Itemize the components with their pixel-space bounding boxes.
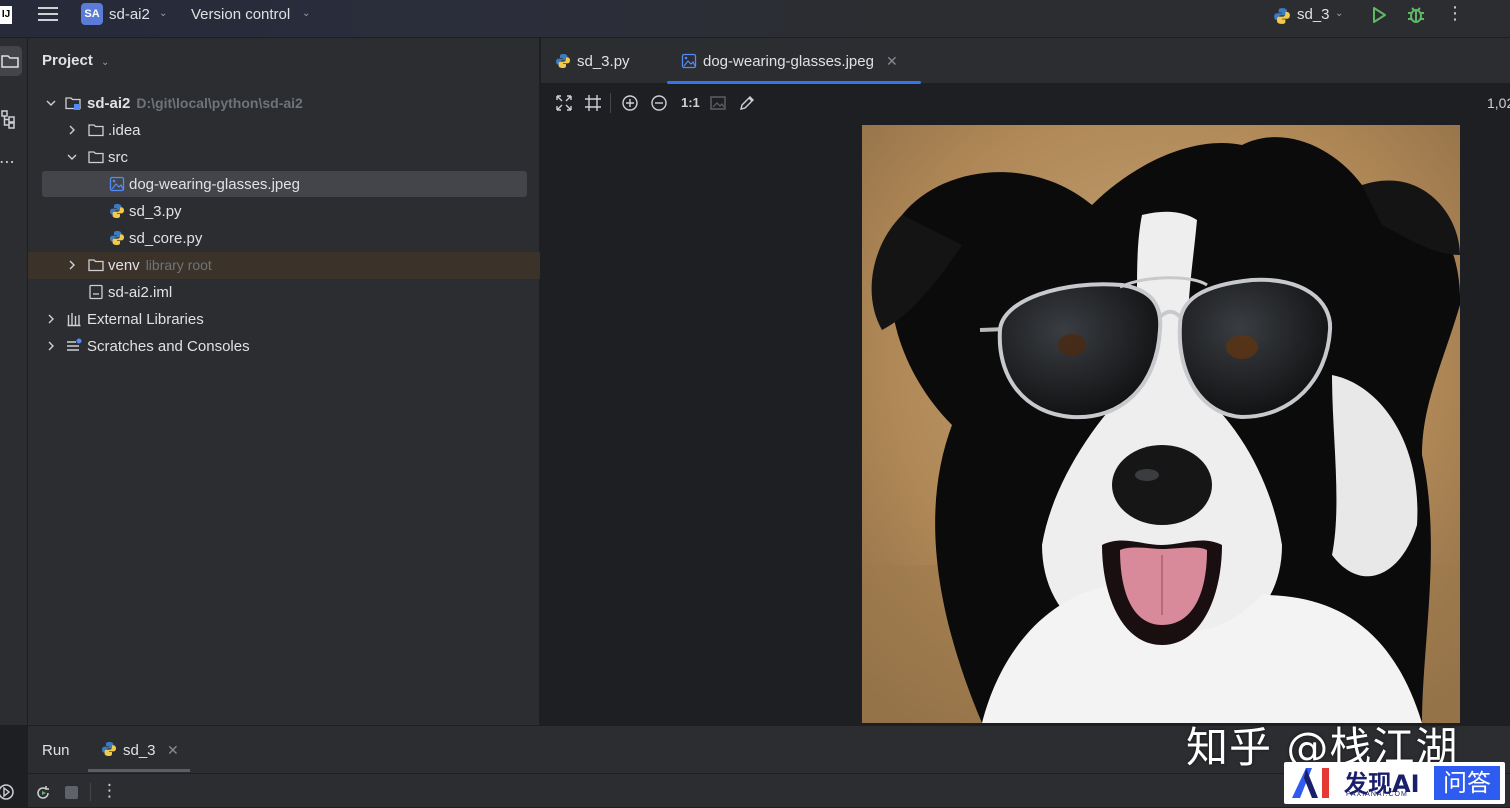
qa-badge: 问答: [1434, 766, 1500, 800]
folder-icon: [1, 55, 19, 68]
run-panel-title: Run: [42, 742, 70, 759]
tree-item-idea[interactable]: .idea: [28, 117, 540, 144]
tree-item-label: sd-ai2 D:\git\local\python\sd-ai2: [87, 95, 303, 112]
tab-label: sd_3.py: [577, 52, 630, 70]
more-options-icon[interactable]: ⋮: [101, 781, 118, 801]
libraries-icon: [67, 313, 81, 327]
background-toggle-icon[interactable]: [709, 94, 727, 112]
tree-item-label: sd_3.py: [129, 203, 182, 220]
chevron-down-icon[interactable]: [67, 152, 77, 162]
brand-domain: FAXIANAI.COM: [1346, 791, 1408, 798]
tree-item-label: dog-wearing-glasses.jpeg: [129, 176, 300, 193]
image-size-label: 1,02: [1487, 95, 1510, 111]
main-menu-icon[interactable]: [38, 7, 58, 25]
tool-window-strip: ⋯: [0, 38, 28, 725]
services-icon[interactable]: [0, 782, 16, 802]
python-file-icon: [110, 231, 124, 245]
run-config-selector[interactable]: sd_3: [1297, 6, 1330, 23]
more-options-icon[interactable]: ⋮: [1446, 3, 1464, 24]
version-control-menu[interactable]: Version control: [191, 6, 290, 23]
tree-item-label: sd_core.py: [129, 230, 203, 247]
debug-icon[interactable]: [1406, 5, 1426, 25]
chevron-down-icon[interactable]: ⌄: [1335, 8, 1343, 19]
run-tab-sd-3[interactable]: sd_3 ✕: [88, 726, 190, 772]
ellipsis-icon: ⋯: [0, 154, 15, 171]
structure-icon: [1, 110, 15, 129]
faxianai-badge: 发现AI FAXIANAI.COM 问答: [1284, 762, 1505, 804]
stop-icon[interactable]: [65, 786, 78, 799]
python-icon: [102, 742, 116, 756]
tree-item-label: .idea: [108, 122, 141, 139]
image-file-icon: [681, 53, 697, 69]
ai-logo-icon: [1292, 768, 1329, 798]
chevron-down-icon[interactable]: ⌄: [159, 8, 167, 19]
project-selector[interactable]: sd-ai2: [109, 6, 150, 23]
chevron-right-icon[interactable]: [67, 125, 77, 135]
tree-item-sd-core-py[interactable]: sd_core.py: [28, 225, 540, 252]
project-tool-button[interactable]: [0, 46, 22, 76]
tree-item-dog-wearing-glasses[interactable]: dog-wearing-glasses.jpeg: [28, 171, 540, 198]
module-folder-icon: [65, 97, 81, 110]
grid-icon[interactable]: [584, 94, 602, 112]
tree-item-sd-ai2-iml[interactable]: sd-ai2.iml: [28, 279, 540, 306]
python-icon: [1274, 8, 1290, 24]
chevron-down-icon[interactable]: ⌄: [302, 8, 310, 19]
actual-size-button[interactable]: 1:1: [681, 95, 700, 110]
tree-item-label: External Libraries: [87, 311, 204, 328]
folder-icon: [88, 124, 104, 137]
structure-tool-button[interactable]: [0, 104, 22, 134]
dog-image: [862, 125, 1460, 723]
scratches-icon: [67, 338, 82, 351]
project-path-hint: D:\git\local\python\sd-ai2: [136, 95, 303, 111]
tab-dog-wearing-glasses[interactable]: dog-wearing-glasses.jpeg ✕: [667, 38, 921, 84]
toolbar-separator: [90, 783, 91, 801]
rerun-icon[interactable]: [34, 784, 52, 802]
folder-icon: [88, 259, 104, 272]
toolbar-separator: [610, 93, 611, 113]
tab-label: dog-wearing-glasses.jpeg: [703, 52, 874, 70]
image-file-icon: [109, 176, 125, 192]
tree-item-label: Scratches and Consoles: [87, 338, 250, 355]
project-panel-title-label: Project: [42, 52, 93, 69]
iml-file-icon: [89, 284, 103, 300]
chevron-right-icon[interactable]: [67, 260, 77, 270]
tree-item-venv[interactable]: venv library root: [28, 252, 540, 279]
run-icon[interactable]: [1369, 5, 1389, 25]
chevron-right-icon[interactable]: [46, 341, 56, 351]
tree-item-src[interactable]: src: [28, 144, 540, 171]
tab-sd-3-py[interactable]: sd_3.py: [555, 38, 630, 84]
project-panel: Project ⌄ sd-ai2 D:\git\local\python\sd-a…: [28, 38, 540, 725]
app-logo-icon[interactable]: IJ: [0, 6, 12, 24]
more-tools-button[interactable]: ⋯: [0, 148, 22, 178]
folder-icon: [88, 151, 104, 164]
tree-item-sd-ai2[interactable]: sd-ai2 D:\git\local\python\sd-ai2: [28, 90, 540, 117]
tree-item-label: venv library root: [108, 257, 212, 274]
zoom-in-icon[interactable]: [621, 94, 639, 112]
editor-tab-bar: sd_3.py dog-wearing-glasses.jpeg ✕: [541, 38, 1510, 84]
library-root-hint: library root: [145, 257, 212, 273]
chevron-right-icon[interactable]: [46, 314, 56, 324]
tree-item-name: sd-ai2: [87, 95, 131, 112]
color-picker-icon[interactable]: [738, 94, 756, 112]
tree-item-external-libraries[interactable]: External Libraries: [28, 306, 540, 333]
run-tab-label: sd_3: [123, 742, 156, 759]
fit-zoom-icon[interactable]: [555, 94, 573, 112]
image-viewer-toolbar: 1:1 1,02: [541, 84, 1510, 122]
chevron-down-icon[interactable]: ⌄: [101, 57, 109, 68]
title-bar: IJ SA sd-ai2 ⌄ Version control ⌄ sd_3 ⌄ …: [0, 0, 1510, 38]
tree-item-label: sd-ai2.iml: [108, 284, 173, 301]
tree-item-sd-3-py[interactable]: sd_3.py: [28, 198, 540, 225]
close-icon[interactable]: ✕: [886, 53, 898, 70]
python-file-icon: [556, 54, 570, 68]
tree-item-scratches[interactable]: Scratches and Consoles: [28, 333, 540, 360]
tree-item-label: src: [108, 149, 128, 166]
project-badge[interactable]: SA: [81, 3, 103, 25]
chevron-down-icon[interactable]: [46, 98, 56, 108]
tree-item-name: venv: [108, 257, 140, 274]
project-panel-title[interactable]: Project ⌄: [42, 52, 109, 69]
close-icon[interactable]: ✕: [167, 742, 179, 759]
zoom-out-icon[interactable]: [650, 94, 668, 112]
python-file-icon: [110, 204, 124, 218]
